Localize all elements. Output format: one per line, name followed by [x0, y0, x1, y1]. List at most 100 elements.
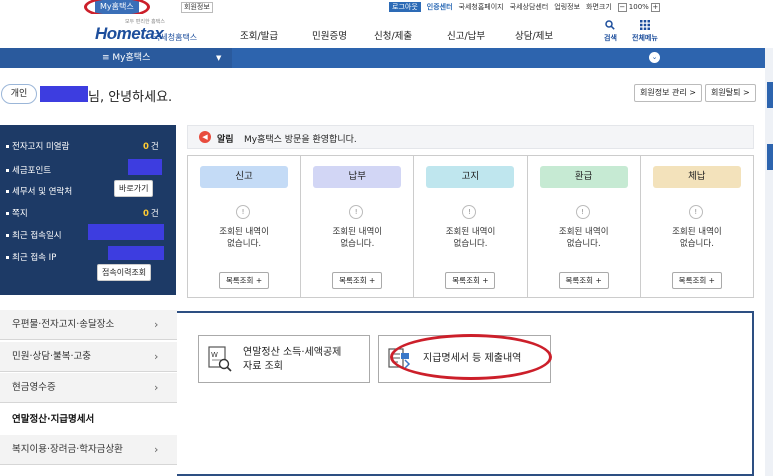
right-quick-bar — [765, 48, 773, 476]
document-search-icon: W — [207, 345, 233, 373]
utility-links: 로그아웃 인증센터 국세청홈페이지 국세상담센터 업링정보 화면크기 − 100… — [389, 2, 660, 12]
chevron-right-icon: › — [154, 443, 159, 456]
menu-item-civil[interactable]: 민원·상담·불복·고충 › — [0, 342, 177, 372]
card-filing: 신고 ! 조회된 내역이 없습니다. 목록조회 + — [188, 156, 302, 297]
redacted-last-login — [88, 224, 164, 240]
list-view-button[interactable]: 목록조회 + — [558, 272, 609, 289]
card-refund: 환급 ! 조회된 내역이 없습니다. 목록조회 + — [528, 156, 641, 297]
info-row-last-ip: 최근 접속 IP — [6, 251, 56, 263]
user-type-badge: 개인 — [1, 84, 37, 104]
list-view-button[interactable]: 목록조회 + — [671, 272, 722, 289]
notice-message: My홈택스 방문을 환영합니다. — [244, 135, 357, 145]
summary-cards: 신고 ! 조회된 내역이 없습니다. 목록조회 + 납부 ! 조회된 내역이 없습니… — [187, 155, 754, 298]
nav-item-certificate[interactable]: 민원증명 — [312, 28, 374, 42]
logo-subtitle: 국세청홈택스 — [153, 33, 198, 42]
office-shortcut-button[interactable]: 바로가기 — [114, 180, 154, 197]
info-icon: ! — [236, 205, 250, 219]
card-payment: 납부 ! 조회된 내역이 없습니다. 목록조회 + — [301, 156, 415, 297]
info-row-office: 세무서 및 연락처 — [6, 185, 72, 197]
card-arrears: 체납 ! 조회된 내역이 없습니다. 목록조회 + — [641, 156, 753, 297]
all-menu-label: 전체메뉴 — [632, 34, 658, 42]
nav-item-filing[interactable]: 신고/납부 — [447, 28, 515, 42]
list-view-button[interactable]: 목록조회 + — [332, 272, 383, 289]
nav-item-consult[interactable]: 상담/제보 — [515, 28, 575, 42]
svg-text:W: W — [211, 351, 218, 359]
tile-label: 연말정산 소득·세액공제 자료 조회 — [243, 347, 342, 372]
redacted-taxpoint — [128, 159, 162, 175]
menu-item-welfare[interactable]: 복지이용·장려금·학자금상환 › — [0, 435, 177, 465]
header: 모두 편리한 홈택스 Hometax 국세청홈택스 조회/발급 민원증명 신청/… — [0, 14, 773, 48]
chevron-down-icon[interactable]: ⌄ — [649, 52, 660, 63]
tax-consult-link[interactable]: 국세상담센터 — [510, 2, 549, 12]
zoom-out-button[interactable]: − — [617, 2, 627, 12]
menu-item-year-end[interactable]: 연말정산·지급명세서 — [0, 405, 177, 435]
search-icon — [604, 20, 617, 33]
card-title: 체납 — [652, 166, 741, 188]
empty-message: 조회된 내역이 없습니다. — [219, 227, 269, 249]
menu-icon: ≡ — [102, 53, 110, 63]
section-title: My홈택스 — [112, 53, 151, 63]
chevron-right-icon: › — [154, 381, 159, 394]
info-row-message[interactable]: 쪽지 — [6, 207, 28, 219]
unread-notice-count: 0건 — [143, 142, 159, 152]
empty-message: 조회된 내역이 없습니다. — [445, 227, 496, 249]
caret-down-icon: ▼ — [216, 54, 222, 62]
redacted-name — [40, 86, 88, 102]
menu-item-cash-receipt[interactable]: 현금영수증 › — [0, 373, 177, 403]
access-history-button[interactable]: 접속이력조회 — [97, 264, 152, 281]
list-view-button[interactable]: 목록조회 + — [219, 272, 269, 289]
search-label: 검색 — [604, 34, 617, 42]
redacted-ip — [108, 246, 164, 260]
message-count: 0건 — [143, 209, 159, 219]
nav-item-inquiry[interactable]: 조회/발급 — [240, 28, 312, 42]
left-menu: 우편물·전자고지·송달장소 › 민원·상담·불복·고충 › 현금영수증 › 연말정산·… — [0, 310, 177, 476]
card-title: 고지 — [426, 166, 515, 188]
screen-size-label: 화면크기 — [586, 3, 612, 11]
highlight-circle-main — [390, 334, 552, 380]
notice-bar: ◀ 알림 My홈택스 방문을 환영합니다. — [187, 125, 754, 149]
member-manage-button[interactable]: 회원정보 관리 > — [634, 84, 702, 102]
search-button[interactable]: 검색 — [604, 20, 617, 43]
speaker-icon: ◀ — [199, 131, 211, 143]
business-info-link[interactable]: 업링정보 — [554, 2, 580, 12]
zoom-in-button[interactable]: + — [650, 2, 660, 12]
user-info-panel: 전자고지 미열람 0건 세금포인트 세무서 및 연락처 바로가기 쪽지 0건 최… — [0, 125, 176, 295]
empty-message: 조회된 내역이 없습니다. — [672, 227, 722, 249]
info-icon: ! — [688, 205, 703, 219]
info-icon: ! — [575, 205, 590, 219]
quick-tab[interactable] — [767, 82, 773, 108]
utility-bar: My홈택스 회원정보 로그아웃 인증센터 국세청홈페이지 국세상담센터 업링정보… — [0, 0, 773, 18]
quick-tab[interactable] — [767, 144, 773, 170]
empty-message: 조회된 내역이 없습니다. — [332, 227, 383, 249]
chevron-right-icon: › — [154, 318, 159, 331]
list-view-button[interactable]: 목록조회 + — [445, 272, 496, 289]
greeting-text: 님, 안녕하세요. — [88, 90, 173, 105]
info-row-notice[interactable]: 전자고지 미열람 — [6, 140, 69, 152]
member-info-link[interactable]: 회원정보 — [181, 2, 213, 13]
info-row-taxpoint: 세금포인트 — [6, 164, 51, 176]
card-title: 납부 — [313, 166, 402, 188]
notice-label: 알림 — [217, 135, 234, 145]
auth-center-link[interactable]: 인증센터 — [427, 2, 453, 12]
menu-item-mail[interactable]: 우편물·전자고지·송달장소 › — [0, 310, 177, 340]
empty-message: 조회된 내역이 없습니다. — [558, 227, 609, 249]
main-nav: 조회/발급 민원증명 신청/제출 신고/납부 상담/제보 — [240, 28, 575, 42]
card-title: 환급 — [539, 166, 628, 188]
zoom-level: 100% — [628, 3, 649, 11]
hometax-logo[interactable]: 모두 편리한 홈택스 Hometax 국세청홈택스 — [95, 16, 205, 44]
nav-item-application[interactable]: 신청/제출 — [374, 28, 447, 42]
logout-button[interactable]: 로그아웃 — [389, 2, 421, 12]
grid-icon — [632, 20, 658, 33]
info-icon: ! — [462, 205, 477, 219]
section-bar: ≡ My홈택스 ▼ ⌄ — [0, 48, 773, 68]
section-dropdown[interactable]: ≡ My홈택스 ▼ — [0, 48, 232, 68]
year-end-deduction-tile[interactable]: W 연말정산 소득·세액공제 자료 조회 — [198, 335, 370, 383]
info-icon: ! — [349, 205, 364, 219]
card-title: 신고 — [200, 166, 288, 188]
greeting-row: 개인 님, 안녕하세요. 회원정보 관리 > 회원탈퇴 > — [0, 80, 765, 110]
chevron-right-icon: › — [154, 350, 159, 363]
withdraw-button[interactable]: 회원탈퇴 > — [705, 84, 756, 102]
nts-homepage-link[interactable]: 국세청홈페이지 — [459, 2, 504, 12]
all-menu-button[interactable]: 전체메뉴 — [632, 20, 658, 43]
zoom-control: − 100% + — [617, 2, 660, 12]
